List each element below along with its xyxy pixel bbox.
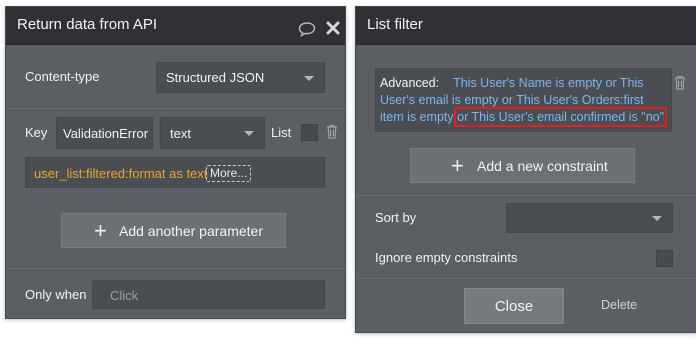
key-input[interactable]: ValidationError: [56, 117, 153, 149]
expression-field[interactable]: user_list:filtered:format as text More..…: [25, 157, 325, 188]
only-when-placeholder: Click: [110, 288, 139, 303]
panel-header: Return data from API: [6, 7, 345, 45]
trash-icon[interactable]: [326, 124, 338, 139]
key-value: ValidationError: [63, 126, 149, 141]
comment-icon[interactable]: [298, 21, 316, 37]
chevron-down-icon: [244, 131, 254, 136]
sort-by-select[interactable]: [506, 203, 673, 233]
content-type-select[interactable]: Structured JSON: [156, 62, 325, 93]
advanced-expression-field[interactable]: Advanced: This User's Name is empty or Th…: [375, 68, 672, 132]
list-label: List: [271, 125, 292, 140]
divider: [6, 108, 345, 109]
content-type-value: Structured JSON: [166, 70, 265, 85]
add-parameter-button[interactable]: + Add another parameter: [61, 213, 286, 248]
divider: [356, 278, 696, 279]
advanced-line-3a: item is empty: [380, 110, 454, 124]
panel-title: Return data from API: [17, 16, 158, 33]
highlighted-condition: or This User's email confirmed is "no": [454, 107, 668, 127]
plus-icon: +: [94, 218, 107, 243]
close-icon[interactable]: [326, 21, 340, 35]
close-button-label: Close: [494, 298, 534, 315]
expression-text: user_list:filtered:format as text: [34, 166, 208, 181]
add-constraint-button[interactable]: + Add a new constraint: [410, 148, 635, 183]
delete-button[interactable]: Delete: [601, 298, 637, 312]
key-label: Key: [25, 125, 48, 140]
divider: [6, 268, 345, 269]
list-checkbox[interactable]: [301, 124, 318, 141]
ignore-empty-checkbox[interactable]: [656, 250, 673, 267]
only-when-input[interactable]: Click: [92, 280, 325, 309]
trash-icon[interactable]: [674, 75, 686, 90]
more-button[interactable]: More...: [206, 165, 252, 182]
type-value: text: [170, 126, 191, 141]
plus-icon: +: [451, 153, 464, 178]
sort-by-label: Sort by: [375, 210, 417, 225]
chevron-down-icon: [304, 75, 314, 81]
list-filter-panel: List filter Advanced: This User's Name is…: [355, 6, 696, 333]
advanced-line-2: User's email is empty or This User's Ord…: [380, 93, 644, 107]
type-select[interactable]: text: [160, 117, 265, 149]
ignore-empty-label: Ignore empty constraints: [375, 250, 518, 265]
divider: [356, 195, 696, 196]
panel-header: List filter: [356, 7, 696, 45]
add-constraint-label: Add a new constraint: [477, 158, 608, 174]
add-parameter-label: Add another parameter: [119, 223, 263, 239]
chevron-down-icon: [652, 216, 662, 221]
advanced-line-1: This User's Name is empty or This: [453, 76, 644, 90]
advanced-label: Advanced:: [380, 76, 440, 90]
close-button[interactable]: Close: [464, 288, 564, 324]
return-data-panel: Return data from API Content-type Struct…: [5, 6, 346, 319]
panel-title: List filter: [367, 16, 423, 33]
content-type-label: Content-type: [25, 69, 100, 84]
advanced-expression-text: Advanced: This User's Name is empty or Th…: [380, 75, 676, 127]
only-when-label: Only when: [25, 287, 87, 302]
